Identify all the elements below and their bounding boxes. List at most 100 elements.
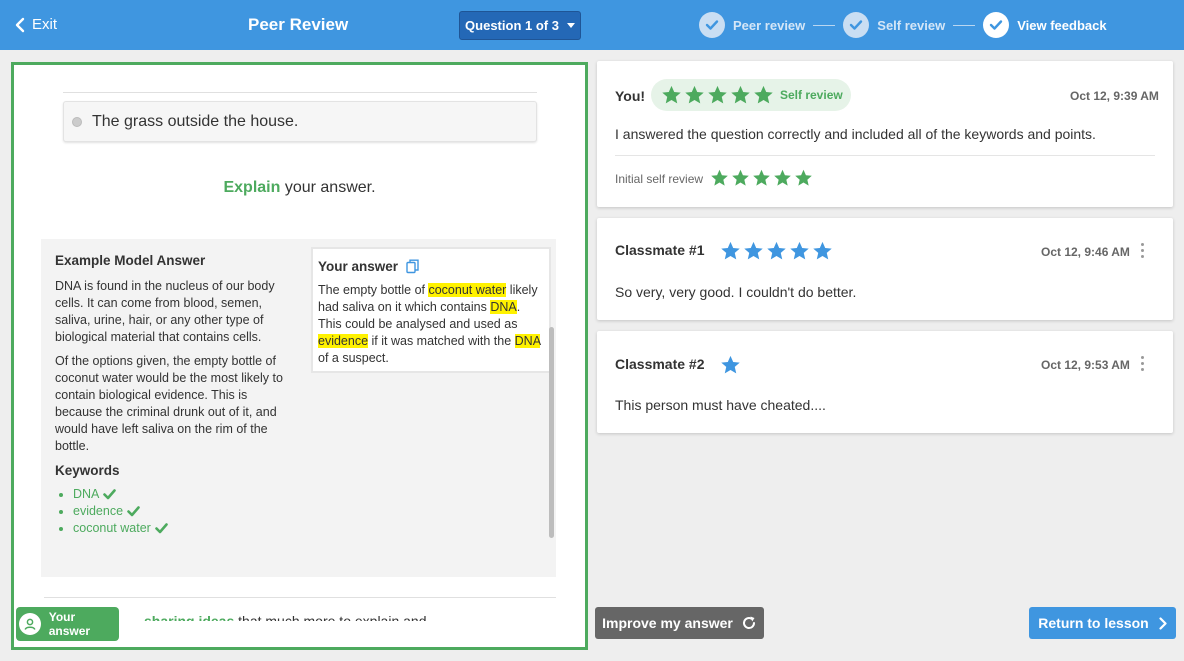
star-rating (720, 355, 741, 375)
answer-segment: of a suspect. (318, 351, 389, 365)
review-text: So very, very good. I couldn't do better… (615, 284, 857, 300)
improve-button-label: Improve my answer (602, 615, 733, 631)
step-connector (953, 24, 976, 26)
truncated-text: sharing ideas that much more to explain … (144, 613, 427, 629)
star-icon (662, 85, 681, 104)
highlighted-keyword: coconut water (428, 283, 507, 297)
option-text: The grass outside the house. (92, 112, 299, 130)
progress-steps: Peer review Self review View feedback (699, 12, 1107, 38)
caret-down-icon (566, 23, 575, 28)
review-date: Oct 12, 9:39 AM (1070, 89, 1159, 103)
keyword-label: coconut water (73, 521, 151, 535)
star-icon (731, 85, 750, 104)
step-label: Self review (877, 17, 946, 33)
self-review-label: Self review (780, 88, 843, 102)
star-icon (767, 241, 786, 260)
your-answer-button-label: Your answer (48, 610, 91, 638)
reviewer-name: Classmate #2 (615, 356, 705, 372)
divider (615, 155, 1155, 156)
improve-answer-button[interactable]: Improve my answer (595, 607, 764, 639)
check-icon (103, 489, 117, 500)
step-label: View feedback (1017, 17, 1107, 33)
check-icon (127, 506, 140, 517)
review-text: I answered the question correctly and in… (615, 126, 1096, 142)
your-answer-heading: Your answer (318, 259, 399, 274)
chevron-left-icon (15, 17, 25, 32)
reviewer-name: You! (615, 88, 646, 104)
star-icon (774, 169, 791, 186)
more-options-icon[interactable] (1141, 356, 1145, 371)
question-panel: The grass outside the house. Explain you… (11, 62, 588, 650)
classmate-review-card: Classmate #1 Oct 12, 9:46 AM So very, ve… (597, 218, 1173, 320)
highlighted-keyword: DNA (490, 300, 517, 314)
keyword-item: DNA (59, 486, 295, 503)
return-to-lesson-button[interactable]: Return to lesson (1029, 607, 1176, 639)
refresh-icon (742, 616, 755, 629)
keyword-label: DNA (73, 487, 100, 501)
step-self-review[interactable]: Self review (843, 12, 945, 38)
star-rating (661, 85, 774, 105)
keyword-label: evidence (73, 504, 124, 518)
chevron-right-icon (1159, 616, 1167, 630)
divider (44, 597, 556, 598)
highlighted-keyword: evidence (318, 334, 369, 348)
model-answer-column: Example Model Answer DNA is found in the… (55, 252, 295, 537)
check-circle-icon (983, 12, 1010, 38)
keyword-item: coconut water (59, 520, 295, 537)
star-icon (744, 241, 763, 260)
return-button-label: Return to lesson (1038, 615, 1149, 631)
answer-segment: if it was matched with the (368, 334, 515, 348)
explain-prompt: Explain your answer. (14, 179, 585, 197)
copy-icon[interactable] (406, 259, 419, 274)
review-date: Oct 12, 9:53 AM (1041, 358, 1130, 372)
step-connector (813, 24, 836, 26)
star-icon (711, 169, 728, 186)
star-icon (721, 355, 740, 374)
model-answer-box: Example Model Answer DNA is found in the… (41, 239, 556, 577)
review-date: Oct 12, 9:46 AM (1041, 245, 1130, 259)
answer-segment: The empty bottle of (318, 283, 429, 297)
star-icon (790, 241, 809, 260)
classmate-review-card: Classmate #2 Oct 12, 9:53 AM This person… (597, 331, 1173, 433)
self-review-card: You! Self review Oct 12, 9:39 AM I answe… (597, 61, 1173, 207)
step-label: Peer review (733, 17, 806, 33)
page-title: Peer Review (248, 15, 349, 34)
exit-button[interactable]: Exit (14, 16, 57, 33)
star-icon (708, 85, 727, 104)
exit-label: Exit (32, 16, 58, 33)
user-icon (19, 613, 41, 635)
more-options-icon[interactable] (1141, 243, 1145, 258)
star-icon (732, 169, 749, 186)
self-review-pill: Self review (651, 79, 851, 111)
star-icon (813, 241, 832, 260)
explain-rest: your answer. (280, 179, 376, 196)
star-icon (685, 85, 704, 104)
review-text: This person must have cheated.... (615, 397, 826, 413)
check-icon (155, 523, 168, 534)
your-answer-button[interactable]: Your answer (16, 607, 119, 641)
check-circle-icon (843, 12, 870, 38)
highlighted-keyword: DNA (514, 334, 541, 348)
divider (63, 92, 537, 93)
your-answer-header: Your answer (318, 259, 543, 274)
answer-option[interactable]: The grass outside the house. (63, 101, 537, 142)
star-icon (753, 169, 770, 186)
question-select-label: Question 1 of 3 (465, 18, 559, 33)
check-circle-icon (699, 12, 725, 38)
question-select[interactable]: Question 1 of 3 (459, 11, 581, 40)
top-bar: Exit Peer Review Question 1 of 3 Peer re… (0, 0, 1184, 50)
your-answer-text: The empty bottle of coconut water likely… (318, 282, 543, 367)
reviewer-name: Classmate #1 (615, 242, 705, 258)
keywords-heading: Keywords (55, 463, 120, 478)
keywords-list: DNA evidence coconut water (55, 486, 295, 537)
step-peer-review[interactable]: Peer review (699, 12, 805, 38)
star-icon (754, 85, 773, 104)
star-icon (795, 169, 812, 186)
step-view-feedback[interactable]: View feedback (983, 12, 1107, 38)
radio-button[interactable] (72, 116, 82, 127)
keyword-item: evidence (59, 503, 295, 520)
truncated-text-rest: that much more to explain and (234, 613, 427, 629)
model-answer-heading: Example Model Answer (55, 253, 206, 268)
scrollbar[interactable] (549, 327, 554, 538)
star-rating (720, 241, 833, 261)
